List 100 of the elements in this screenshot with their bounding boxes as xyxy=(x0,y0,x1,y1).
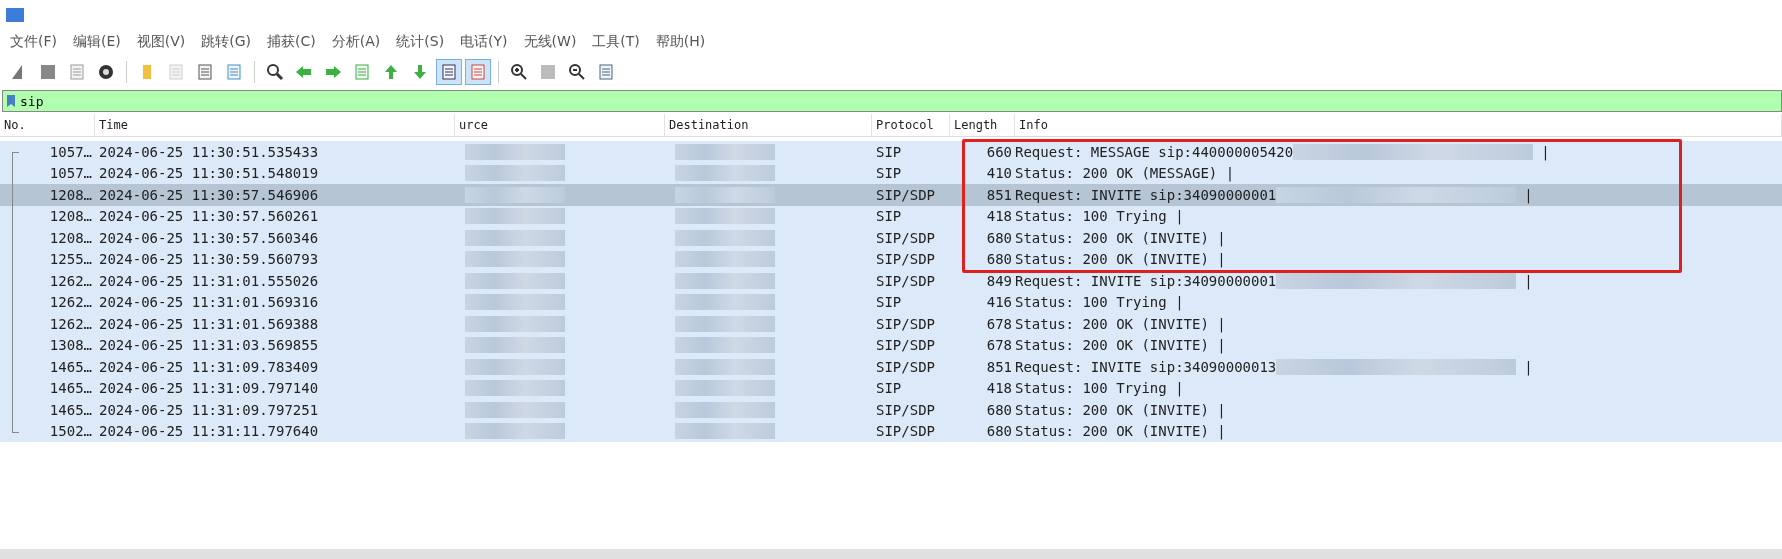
table-cell-text: SIP/SDP xyxy=(875,358,936,375)
packet-row[interactable]: 1465… 2024-06-25 11:31:09.797140 SIP 418 Status: 100 Trying | xyxy=(0,377,1782,399)
table-cell-text: 1465… xyxy=(48,380,93,397)
table-cell-text: 1465… xyxy=(48,358,93,375)
table-cell-text: SIP xyxy=(875,208,903,225)
menu-item[interactable]: 编辑(E) xyxy=(67,33,131,51)
table-cell: Status: 200 OK (INVITE) | xyxy=(1015,315,1226,332)
table-cell-text: 2024-06-25 11:30:57.560261 xyxy=(98,208,320,225)
toolbar-icon xyxy=(195,62,215,82)
table-cell-text: 678 xyxy=(985,337,1013,354)
toolbar-icon xyxy=(166,62,186,82)
table-cell-text: 1502… xyxy=(48,423,93,440)
filter-text: sip xyxy=(20,93,44,109)
table-cell-text: SIP xyxy=(875,165,903,182)
table-cell-text: SIP xyxy=(875,294,903,311)
table-cell-text: 1255… xyxy=(48,251,93,268)
table-cell: Status: 200 OK (MESSAGE) | xyxy=(1015,165,1235,182)
toolbar-icon xyxy=(352,62,372,82)
toolbar-icon xyxy=(38,62,58,82)
table-cell: Request: MESSAGE sip:440000005420 xyxy=(1015,143,1294,160)
table-cell: Status: 100 Trying | xyxy=(1015,294,1184,311)
packet-row[interactable]: 1057… 2024-06-25 11:30:51.548019 SIP 410 Status: 200 OK (MESSAGE) | xyxy=(0,162,1782,184)
packet-row[interactable]: 1262… 2024-06-25 11:31:01.569388 SIP/SDP 678 Status: 200 OK (INVITE) | xyxy=(0,313,1782,335)
table-cell: Request: INVITE sip:34090000001 xyxy=(1015,186,1277,203)
table-cell-text: 680 xyxy=(985,423,1013,440)
packet-row[interactable]: 1262… 2024-06-25 11:31:01.555026 SIP/SDP 849 Request: INVITE sip:34090000001 | xyxy=(0,270,1782,292)
table-cell-text: 680 xyxy=(985,401,1013,418)
table-cell: Status: 100 Trying | xyxy=(1015,208,1184,225)
table-cell-text: 2024-06-25 11:30:57.560346 xyxy=(98,229,320,246)
toolbar-icon xyxy=(96,62,116,82)
column-header[interactable]: Destination xyxy=(665,114,872,136)
packet-row[interactable]: 1057… 2024-06-25 11:30:51.535433 SIP 660 Request: MESSAGE sip:440000005420 | xyxy=(0,141,1782,163)
toolbar-icon xyxy=(596,62,616,82)
menu-item[interactable]: 捕获(C) xyxy=(261,33,326,51)
table-cell: Status: 100 Trying | xyxy=(1015,380,1184,397)
toolbar-icon xyxy=(509,62,529,82)
menu-item[interactable]: 视图(V) xyxy=(130,33,196,51)
menu-item[interactable]: 无线(W) xyxy=(517,33,587,51)
column-header[interactable]: Time xyxy=(95,114,455,136)
table-cell-text: 2024-06-25 11:31:01.569388 xyxy=(98,315,320,332)
table-cell: Status: 200 OK (INVITE) | xyxy=(1015,337,1226,354)
menu-item[interactable]: 帮助(H) xyxy=(649,33,716,51)
table-cell: Status: 200 OK (INVITE) | xyxy=(1015,251,1226,268)
packet-row[interactable]: 1308… 2024-06-25 11:31:03.569855 SIP/SDP 678 Status: 200 OK (INVITE) | xyxy=(0,334,1782,356)
table-cell-text: 418 xyxy=(985,380,1013,397)
table-cell: Request: INVITE sip:34090000001 xyxy=(1015,272,1277,289)
table-cell-text: 2024-06-25 11:31:09.797251 xyxy=(98,401,320,418)
packet-row[interactable]: 1465… 2024-06-25 11:31:09.783409 SIP/SDP 851 Request: INVITE sip:34090000013 | xyxy=(0,356,1782,378)
menu-item[interactable]: 电话(Y) xyxy=(454,33,518,51)
toolbar-icon xyxy=(538,62,558,82)
toolbar-icon xyxy=(224,62,244,82)
toolbar-icon xyxy=(567,62,587,82)
app-icon xyxy=(6,6,24,22)
packet-row[interactable]: 1262… 2024-06-25 11:31:01.569316 SIP 416 Status: 100 Trying | xyxy=(0,291,1782,313)
table-cell-text: 416 xyxy=(985,294,1013,311)
table-cell-text: SIP/SDP xyxy=(875,401,936,418)
packet-row[interactable]: 1502… 2024-06-25 11:31:11.797640 SIP/SDP 680 Status: 200 OK (INVITE) | xyxy=(0,420,1782,442)
table-cell-text: 1465… xyxy=(48,401,93,418)
table-cell-text: 418 xyxy=(985,208,1013,225)
table-cell-text: SIP xyxy=(875,380,903,397)
menu-item[interactable]: 跳转(G) xyxy=(195,33,262,51)
packet-row[interactable]: 1208… 2024-06-25 11:30:57.546906 SIP/SDP 851 Request: INVITE sip:34090000001 | xyxy=(0,184,1782,206)
table-cell-text: 1262… xyxy=(48,315,93,332)
menu-item[interactable]: 统计(S) xyxy=(390,33,455,51)
table-cell-text: 2024-06-25 11:31:09.797140 xyxy=(98,380,320,397)
table-cell-text: SIP xyxy=(875,143,903,160)
table-cell-text: 1208… xyxy=(48,186,93,203)
toolbar-icon xyxy=(468,62,488,82)
separator-mark: | xyxy=(1541,143,1550,160)
toolbar-icon xyxy=(439,62,459,82)
toolbar-icon xyxy=(265,62,285,82)
table-cell-text: 1057… xyxy=(48,143,93,160)
table-cell-text: SIP/SDP xyxy=(875,315,936,332)
column-header[interactable]: urce xyxy=(455,114,665,136)
table-cell-text: 1262… xyxy=(48,272,93,289)
table-cell-text: 680 xyxy=(985,229,1013,246)
table-cell-text: 410 xyxy=(985,165,1013,182)
column-header[interactable]: Info xyxy=(1015,114,1782,136)
table-cell-text: 1057… xyxy=(48,165,93,182)
table-cell-text: 1208… xyxy=(48,229,93,246)
column-header[interactable]: Length xyxy=(950,114,1015,136)
scrollbar[interactable] xyxy=(0,549,1782,559)
toolbar-icon xyxy=(67,62,87,82)
menu-item[interactable]: 文件(F) xyxy=(4,33,67,51)
packet-row[interactable]: 1208… 2024-06-25 11:30:57.560346 SIP/SDP 680 Status: 200 OK (INVITE) | xyxy=(0,227,1782,249)
packet-row[interactable]: 1208… 2024-06-25 11:30:57.560261 SIP 418 Status: 100 Trying | xyxy=(0,205,1782,227)
column-header[interactable]: Protocol xyxy=(872,114,950,136)
table-cell: Status: 200 OK (INVITE) | xyxy=(1015,401,1226,418)
table-cell-text: SIP/SDP xyxy=(875,423,936,440)
column-header[interactable]: No. xyxy=(0,114,95,136)
menu-item[interactable]: 工具(T) xyxy=(586,33,650,51)
filter-field[interactable]: sip xyxy=(2,90,1782,112)
table-cell-text: SIP/SDP xyxy=(875,337,936,354)
menu-item[interactable]: 分析(A) xyxy=(325,33,391,51)
table-cell-text: 1208… xyxy=(48,208,93,225)
table-cell-text: SIP/SDP xyxy=(875,251,936,268)
packet-row[interactable]: 1465… 2024-06-25 11:31:09.797251 SIP/SDP 680 Status: 200 OK (INVITE) | xyxy=(0,399,1782,421)
table-cell-text: 2024-06-25 11:30:57.546906 xyxy=(98,186,320,203)
packet-row[interactable]: 1255… 2024-06-25 11:30:59.560793 SIP/SDP 680 Status: 200 OK (INVITE) | xyxy=(0,248,1782,270)
table-cell-text: SIP/SDP xyxy=(875,229,936,246)
